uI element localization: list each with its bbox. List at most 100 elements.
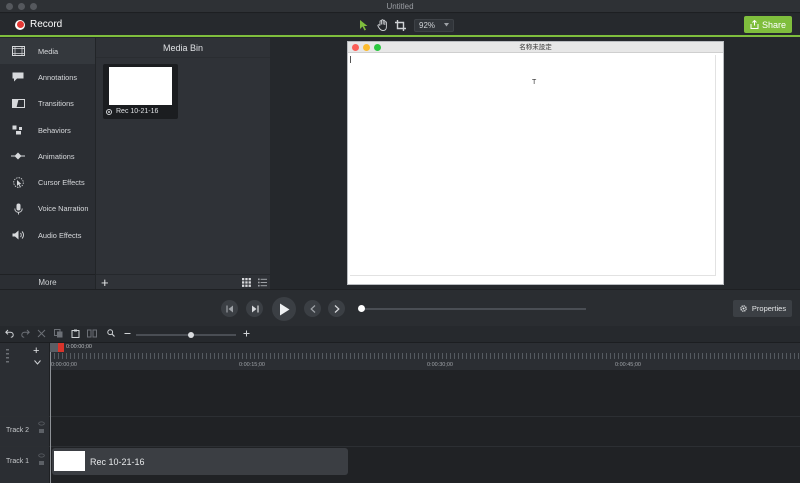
- timeline-clip[interactable]: Rec 10-21-16: [52, 448, 348, 475]
- redo-icon[interactable]: [21, 329, 30, 338]
- media-bin-footer: +: [96, 274, 271, 290]
- undo-icon[interactable]: [5, 329, 14, 338]
- scrubber-handle[interactable]: [358, 305, 365, 312]
- timeline-header: +: [0, 343, 50, 370]
- animation-icon: [10, 150, 26, 162]
- cut-icon[interactable]: [37, 329, 46, 338]
- recording-icon: [106, 108, 112, 115]
- media-bin-item[interactable]: Rec 10-21-16: [103, 64, 178, 119]
- zoom-slider-handle[interactable]: [188, 332, 194, 338]
- select-tool-icon[interactable]: [357, 18, 371, 32]
- track-header-track-1[interactable]: Track 1: [0, 447, 50, 483]
- sidebar-item-label: Voice Narration: [38, 204, 89, 214]
- step-back-button[interactable]: [221, 300, 238, 317]
- window-titlebar: Untitled: [0, 0, 800, 13]
- sidebar-item-cursor-effects[interactable]: Cursor Effects: [0, 169, 95, 195]
- text-caret: [350, 56, 351, 63]
- canvas-preview[interactable]: 名称未設定 T: [270, 38, 800, 289]
- media-bin-panel: Media Bin Rec 10-21-16 +: [95, 38, 271, 290]
- properties-label: Properties: [751, 304, 787, 313]
- grid-view-icon[interactable]: [242, 278, 251, 287]
- sidebar-item-media[interactable]: Media: [0, 38, 95, 65]
- sidebar-item-animations[interactable]: Animations: [0, 143, 95, 169]
- playback-scrubber[interactable]: [358, 305, 586, 312]
- properties-button[interactable]: Properties: [733, 300, 792, 317]
- film-icon: [10, 45, 26, 57]
- step-forward-button[interactable]: [246, 300, 263, 317]
- sidebar-item-label: Behaviors: [38, 125, 71, 135]
- track-divider: [0, 416, 800, 417]
- zoom-dropdown[interactable]: 92%: [414, 18, 454, 32]
- minimize-window-button[interactable]: [18, 3, 25, 10]
- track-lock-icon[interactable]: [38, 421, 45, 435]
- crop-tool-icon[interactable]: [393, 18, 407, 32]
- microphone-icon: [10, 203, 26, 215]
- preview-window-title: 名称未設定: [519, 44, 552, 51]
- share-button[interactable]: Share: [744, 16, 792, 33]
- list-view-icon[interactable]: [258, 278, 267, 287]
- play-button[interactable]: [272, 297, 296, 321]
- ruler-label: 0:00:00;00: [51, 362, 77, 368]
- pan-hand-tool-icon[interactable]: [375, 18, 389, 32]
- track-lock-icon[interactable]: [38, 453, 45, 467]
- share-icon: [750, 20, 759, 29]
- timeline-toolbar: [0, 326, 800, 343]
- add-media-button[interactable]: +: [101, 275, 109, 290]
- timeline-zoom-slider[interactable]: [136, 332, 236, 338]
- record-label: Record: [30, 19, 63, 30]
- track-handle-icon[interactable]: [6, 349, 9, 363]
- preview-window: 名称未設定 T: [347, 41, 724, 285]
- cursor-effects-icon: [10, 177, 26, 189]
- minimize-dot-icon: [363, 44, 370, 51]
- zoom-in-icon[interactable]: [243, 330, 250, 337]
- maximize-window-button[interactable]: [30, 3, 37, 10]
- add-track-button[interactable]: +: [33, 345, 39, 357]
- playhead-line: [50, 352, 51, 483]
- behaviors-icon: [10, 124, 26, 136]
- ruler-ticks: [50, 353, 800, 359]
- track-name: Track 1: [6, 458, 30, 465]
- record-icon: [15, 19, 25, 30]
- track-name: Track 2: [6, 427, 30, 434]
- sidebar-item-transitions[interactable]: Transitions: [0, 91, 95, 117]
- zoom-out-icon[interactable]: [124, 330, 131, 337]
- media-bin-title: Media Bin: [96, 38, 270, 58]
- zoom-dot-icon: [374, 44, 381, 51]
- record-button[interactable]: Record: [10, 19, 62, 30]
- paste-icon[interactable]: [71, 329, 80, 338]
- close-window-button[interactable]: [6, 3, 13, 10]
- sidebar-item-behaviors[interactable]: Behaviors: [0, 117, 95, 143]
- speaker-icon: [10, 229, 26, 241]
- more-button[interactable]: More: [0, 274, 95, 289]
- playhead-red-marker[interactable]: [58, 343, 64, 352]
- sidebar-item-label: Cursor Effects: [38, 178, 85, 188]
- clip-thumbnail: [54, 451, 85, 471]
- media-item-name: Rec 10-21-16: [116, 108, 159, 115]
- sidebar-item-audio-effects[interactable]: Audio Effects: [0, 222, 95, 248]
- split-icon[interactable]: [87, 329, 97, 338]
- timeline-ruler[interactable]: 0:00:00;00 0:00:00;00 0:00:15;00 0:00:30…: [50, 343, 800, 370]
- window-title: Untitled: [386, 2, 414, 11]
- sidebar-item-label: Transitions: [38, 99, 74, 109]
- previous-marker-button[interactable]: [304, 300, 321, 317]
- sidebar-item-label: Audio Effects: [38, 230, 82, 240]
- sidebar-item-annotations[interactable]: Annotations: [0, 64, 95, 90]
- track-header-track-2[interactable]: Track 2: [0, 417, 50, 446]
- zoom-magnifier-icon[interactable]: [107, 329, 115, 337]
- clip-name: Rec 10-21-16: [90, 457, 145, 467]
- annotation-icon: [10, 71, 26, 83]
- playhead-time: 0:00:00;00: [66, 344, 92, 350]
- copy-icon[interactable]: [54, 329, 63, 338]
- collapse-tracks-icon[interactable]: [34, 360, 41, 365]
- next-marker-button[interactable]: [328, 300, 345, 317]
- sidebar-item-label: Media: [38, 46, 59, 56]
- ruler-label: 0:00:45;00: [615, 362, 641, 368]
- close-dot-icon: [352, 44, 359, 51]
- ruler-label: 0:00:30;00: [427, 362, 453, 368]
- sidebar-item-label: Animations: [38, 151, 75, 161]
- main-toolbar: Record 92% Share: [0, 14, 800, 37]
- ruler-label: 0:00:15;00: [239, 362, 265, 368]
- share-label: Share: [761, 19, 787, 30]
- sidebar-item-voice-narration[interactable]: Voice Narration: [0, 196, 95, 222]
- chevron-down-icon: [444, 23, 449, 27]
